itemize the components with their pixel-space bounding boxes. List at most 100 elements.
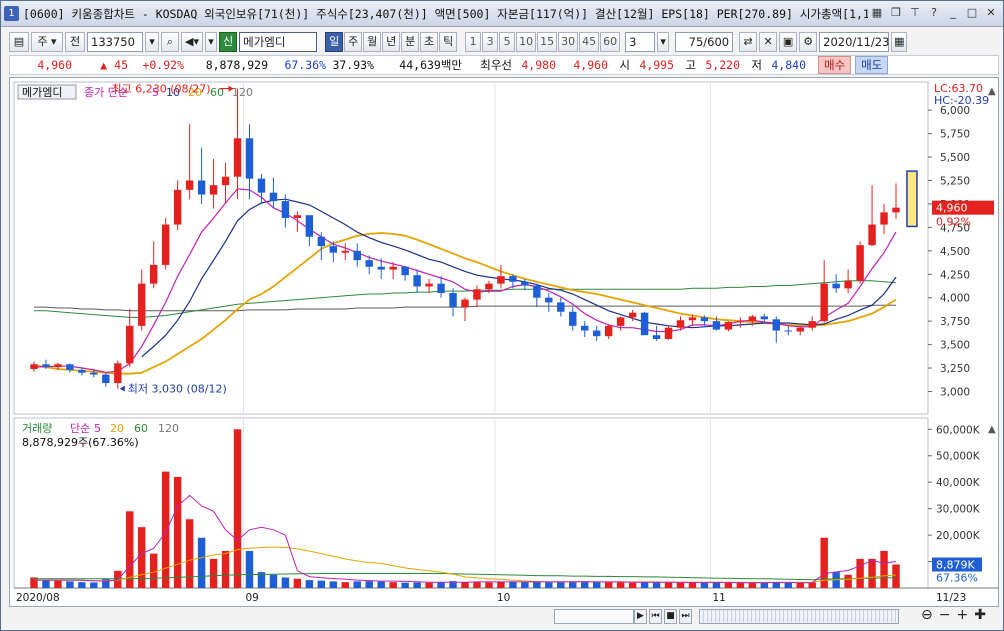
volume-bar <box>66 581 74 588</box>
tab-minute-45[interactable]: 45 <box>579 32 600 52</box>
tab-minute-1[interactable]: 1 <box>465 32 482 52</box>
volume-bar <box>341 582 349 588</box>
tab-period-5[interactable]: 초 <box>420 32 439 52</box>
volume-bar <box>173 476 182 588</box>
compare-icon[interactable]: ⇄ <box>739 32 758 52</box>
last-page-icon[interactable]: ⏭ <box>679 609 692 624</box>
best-label: 최우선 <box>480 58 512 72</box>
zoom-slider[interactable] <box>699 609 899 624</box>
stop-icon[interactable]: ■ <box>664 609 677 624</box>
price-tick-label: 3,000 <box>940 386 970 398</box>
type-select[interactable]: 주 ▾ <box>31 32 63 52</box>
calendar-icon[interactable]: ▦ <box>891 32 908 52</box>
chevron-down-icon-2[interactable]: ▾ <box>205 32 217 52</box>
candle-body <box>377 266 385 270</box>
scroll-bar: ▶ ⏮ ■ ⏭ ⊖−+✚ <box>9 607 999 627</box>
candle-body <box>581 325 589 331</box>
buy-button[interactable]: 매수 <box>818 56 852 74</box>
tab-period-4[interactable]: 분 <box>401 32 420 52</box>
high-label: 고 <box>685 58 696 72</box>
price-panel <box>13 81 929 415</box>
candle-body <box>545 297 553 303</box>
candle-body <box>173 189 182 225</box>
tab-period-1[interactable]: 주 <box>344 32 363 52</box>
change-amount: 45 <box>114 58 128 72</box>
scroll-track[interactable] <box>554 609 634 624</box>
help-icon[interactable]: ? <box>926 5 942 21</box>
volume-bar <box>365 581 373 588</box>
candle-body <box>784 330 792 332</box>
chevron-down-icon-3[interactable]: ▾ <box>657 32 670 52</box>
volume-legend-item: 단순 <box>70 422 90 435</box>
volume-value: 8,878,929 <box>205 58 268 72</box>
candle-body <box>473 289 481 300</box>
tab-minute-3[interactable]: 3 <box>482 32 499 52</box>
speaker-icon[interactable]: ◀▾ <box>181 32 203 52</box>
candle-body <box>197 180 206 195</box>
price-legend-item: 60 <box>210 86 224 99</box>
search-icon[interactable]: ⌕ <box>161 32 179 52</box>
save-icon[interactable]: ▣ <box>779 32 798 52</box>
candle-body <box>712 321 721 330</box>
volume-bar <box>509 581 517 588</box>
grid-icon[interactable]: ▦ <box>869 5 885 21</box>
candle-body <box>700 317 709 322</box>
volume-bar <box>161 471 170 588</box>
tab-minute-60[interactable]: 60 <box>600 32 621 52</box>
tab-minute-5[interactable]: 5 <box>499 32 516 52</box>
volume-bar <box>772 582 780 588</box>
zoom-controls[interactable]: ⊖−+✚ <box>921 607 992 623</box>
minimize-icon[interactable]: _ <box>945 5 961 21</box>
stock-code-input[interactable]: 133750 <box>87 32 143 52</box>
tab-minute-15[interactable]: 15 <box>537 32 558 52</box>
first-page-icon[interactable]: ⏮ <box>649 609 662 624</box>
pin-icon[interactable]: ⊤ <box>907 5 923 21</box>
candle-body <box>760 316 769 320</box>
close-icon[interactable]: ✕ <box>983 5 999 21</box>
chart-area[interactable]: 2020/0809101111/236,0005,7505,5005,2505,… <box>9 77 999 607</box>
gear-icon[interactable]: ⚙ <box>799 32 818 52</box>
tab-period-3[interactable]: 년 <box>382 32 401 52</box>
volume-tick-label: 30,000K <box>936 504 981 516</box>
volume-bar <box>293 578 302 588</box>
volume-legend-item: 20 <box>110 422 124 435</box>
price-tick-label: 4,000 <box>940 293 970 305</box>
tab-minute-30[interactable]: 30 <box>558 32 579 52</box>
candle-body <box>628 312 637 318</box>
maximize-icon[interactable]: □ <box>964 5 980 21</box>
layout-icon[interactable]: ▤ <box>9 32 29 52</box>
volume-bar <box>245 550 254 588</box>
open-label: 시 <box>619 58 630 72</box>
prev-button[interactable]: 전 <box>65 32 85 52</box>
volume-tick-label: 50,000K <box>936 451 981 463</box>
volume-legend-item: 60 <box>134 422 148 435</box>
sell-button[interactable]: 매도 <box>855 56 889 74</box>
stock-name-field[interactable]: 메가엠디 <box>239 32 318 52</box>
volume-bar <box>461 582 469 588</box>
change-percent: +0.92% <box>142 58 184 72</box>
candlestick-chart[interactable]: 2020/0809101111/236,0005,7505,5005,2505,… <box>10 78 998 606</box>
restore-icon[interactable]: ❐ <box>888 5 904 21</box>
volume-legend-item: 120 <box>158 422 179 435</box>
tab-minute-10[interactable]: 10 <box>516 32 537 52</box>
x-tick-label: 10 <box>497 592 510 604</box>
step-select[interactable]: 3 <box>625 32 656 52</box>
volume-legend-item: 5 <box>94 422 101 435</box>
tab-period-6[interactable]: 틱 <box>439 32 458 52</box>
tab-period-0[interactable]: 일 <box>325 32 344 52</box>
scroll-right-icon[interactable]: ▶ <box>634 609 647 624</box>
window-number-icon[interactable]: 1 <box>4 6 19 21</box>
volume-bar <box>78 582 86 588</box>
candle-body <box>880 212 888 225</box>
candle-body <box>161 224 170 265</box>
volume-bar <box>269 574 278 588</box>
chevron-down-icon[interactable]: ▾ <box>145 32 159 52</box>
volume-ratio: 67.36% <box>284 58 326 72</box>
tab-period-2[interactable]: 월 <box>363 32 382 52</box>
date-field[interactable]: 2020/11/23 <box>819 32 889 52</box>
volume-bar <box>557 582 565 588</box>
volume-bar <box>736 582 745 588</box>
count-field[interactable]: 75/600 <box>675 32 734 52</box>
crosshair-icon[interactable]: ✕ <box>759 32 778 52</box>
last-volume-label: 8,879K <box>936 559 975 572</box>
